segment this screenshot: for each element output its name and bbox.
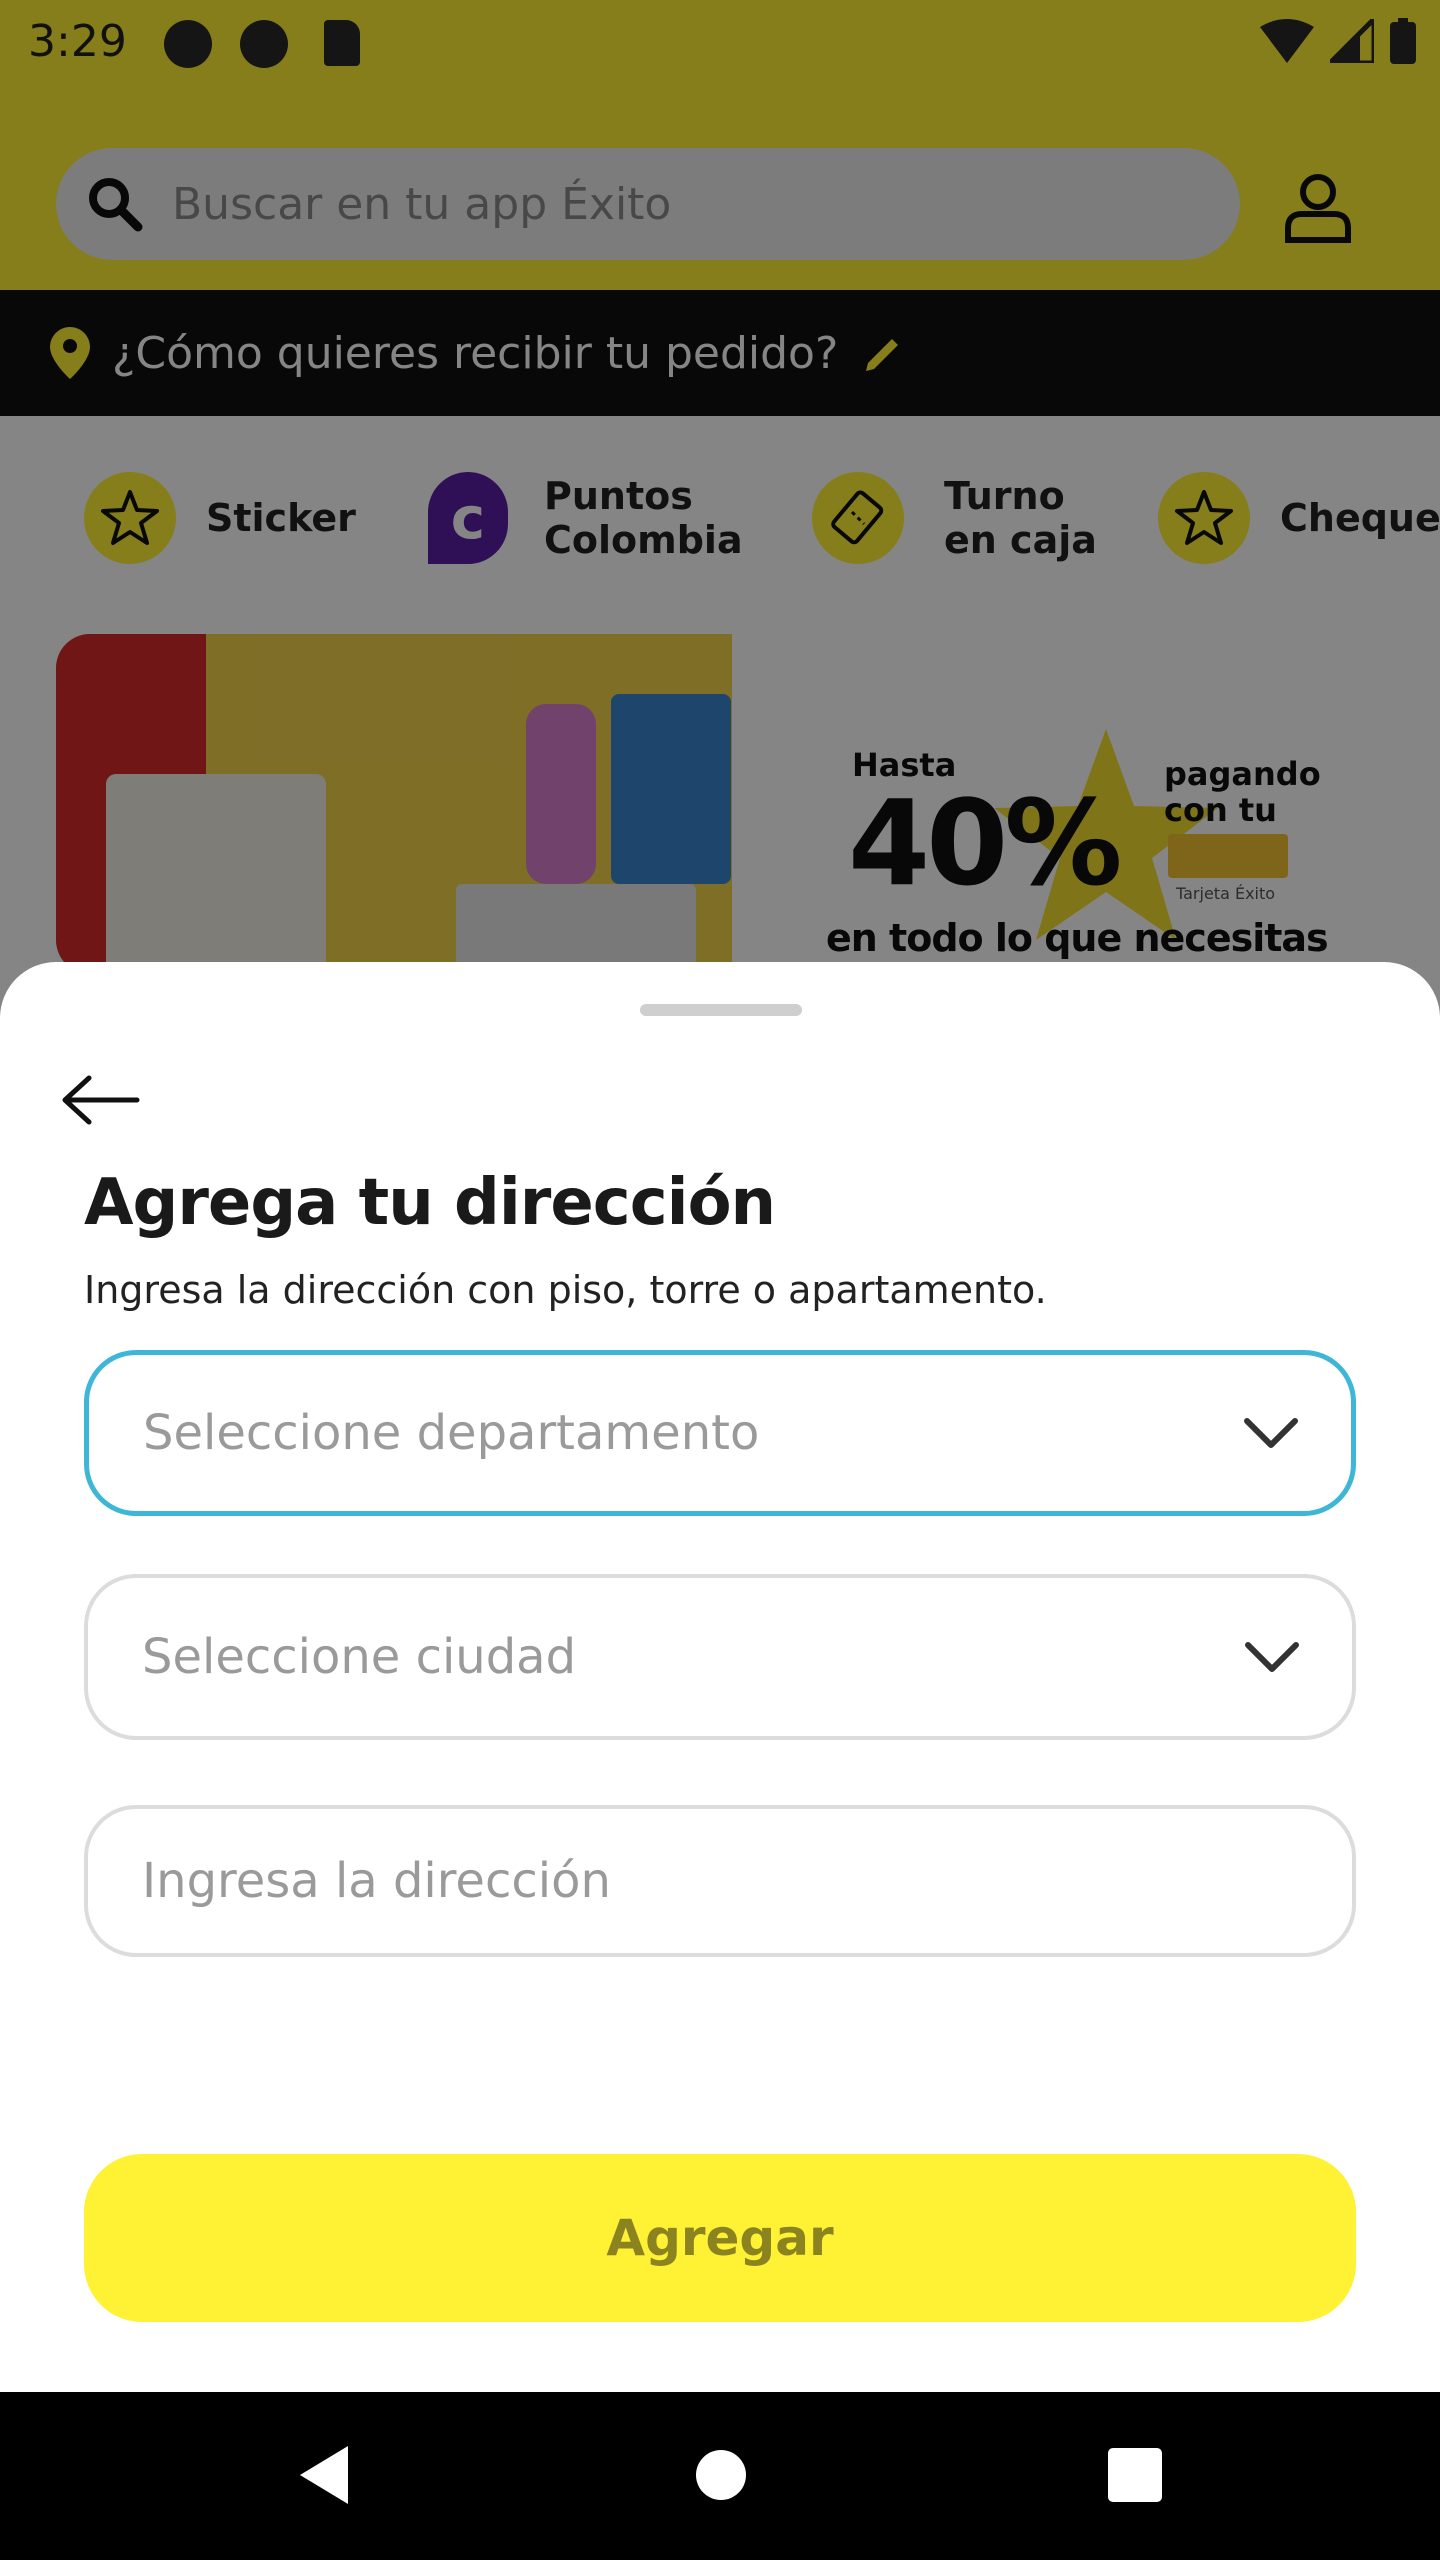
arrow-left-icon <box>62 1075 140 1125</box>
nav-recents-icon[interactable] <box>1108 2448 1162 2502</box>
add-address-sheet: Agrega tu dirección Ingresa la dirección… <box>0 962 1440 2392</box>
city-placeholder: Seleccione ciudad <box>142 1629 577 1685</box>
department-select[interactable]: Seleccione departamento <box>84 1350 1356 1516</box>
add-address-button[interactable]: Agregar <box>84 2154 1356 2322</box>
back-button[interactable] <box>56 1060 146 1140</box>
chevron-down-icon <box>1244 1418 1298 1448</box>
city-select[interactable]: Seleccione ciudad <box>84 1574 1356 1740</box>
address-input[interactable]: Ingresa la dirección <box>84 1805 1356 1957</box>
drag-handle[interactable] <box>640 1004 802 1016</box>
system-navigation-bar <box>0 2392 1440 2560</box>
chevron-down-icon <box>1245 1642 1299 1672</box>
department-placeholder: Seleccione departamento <box>143 1405 760 1461</box>
sheet-title: Agrega tu dirección <box>84 1166 776 1240</box>
address-placeholder: Ingresa la dirección <box>142 1853 611 1909</box>
nav-home-icon[interactable] <box>696 2450 746 2500</box>
sheet-subtitle: Ingresa la dirección con piso, torre o a… <box>84 1268 1047 1312</box>
nav-back-icon[interactable] <box>296 2444 352 2506</box>
